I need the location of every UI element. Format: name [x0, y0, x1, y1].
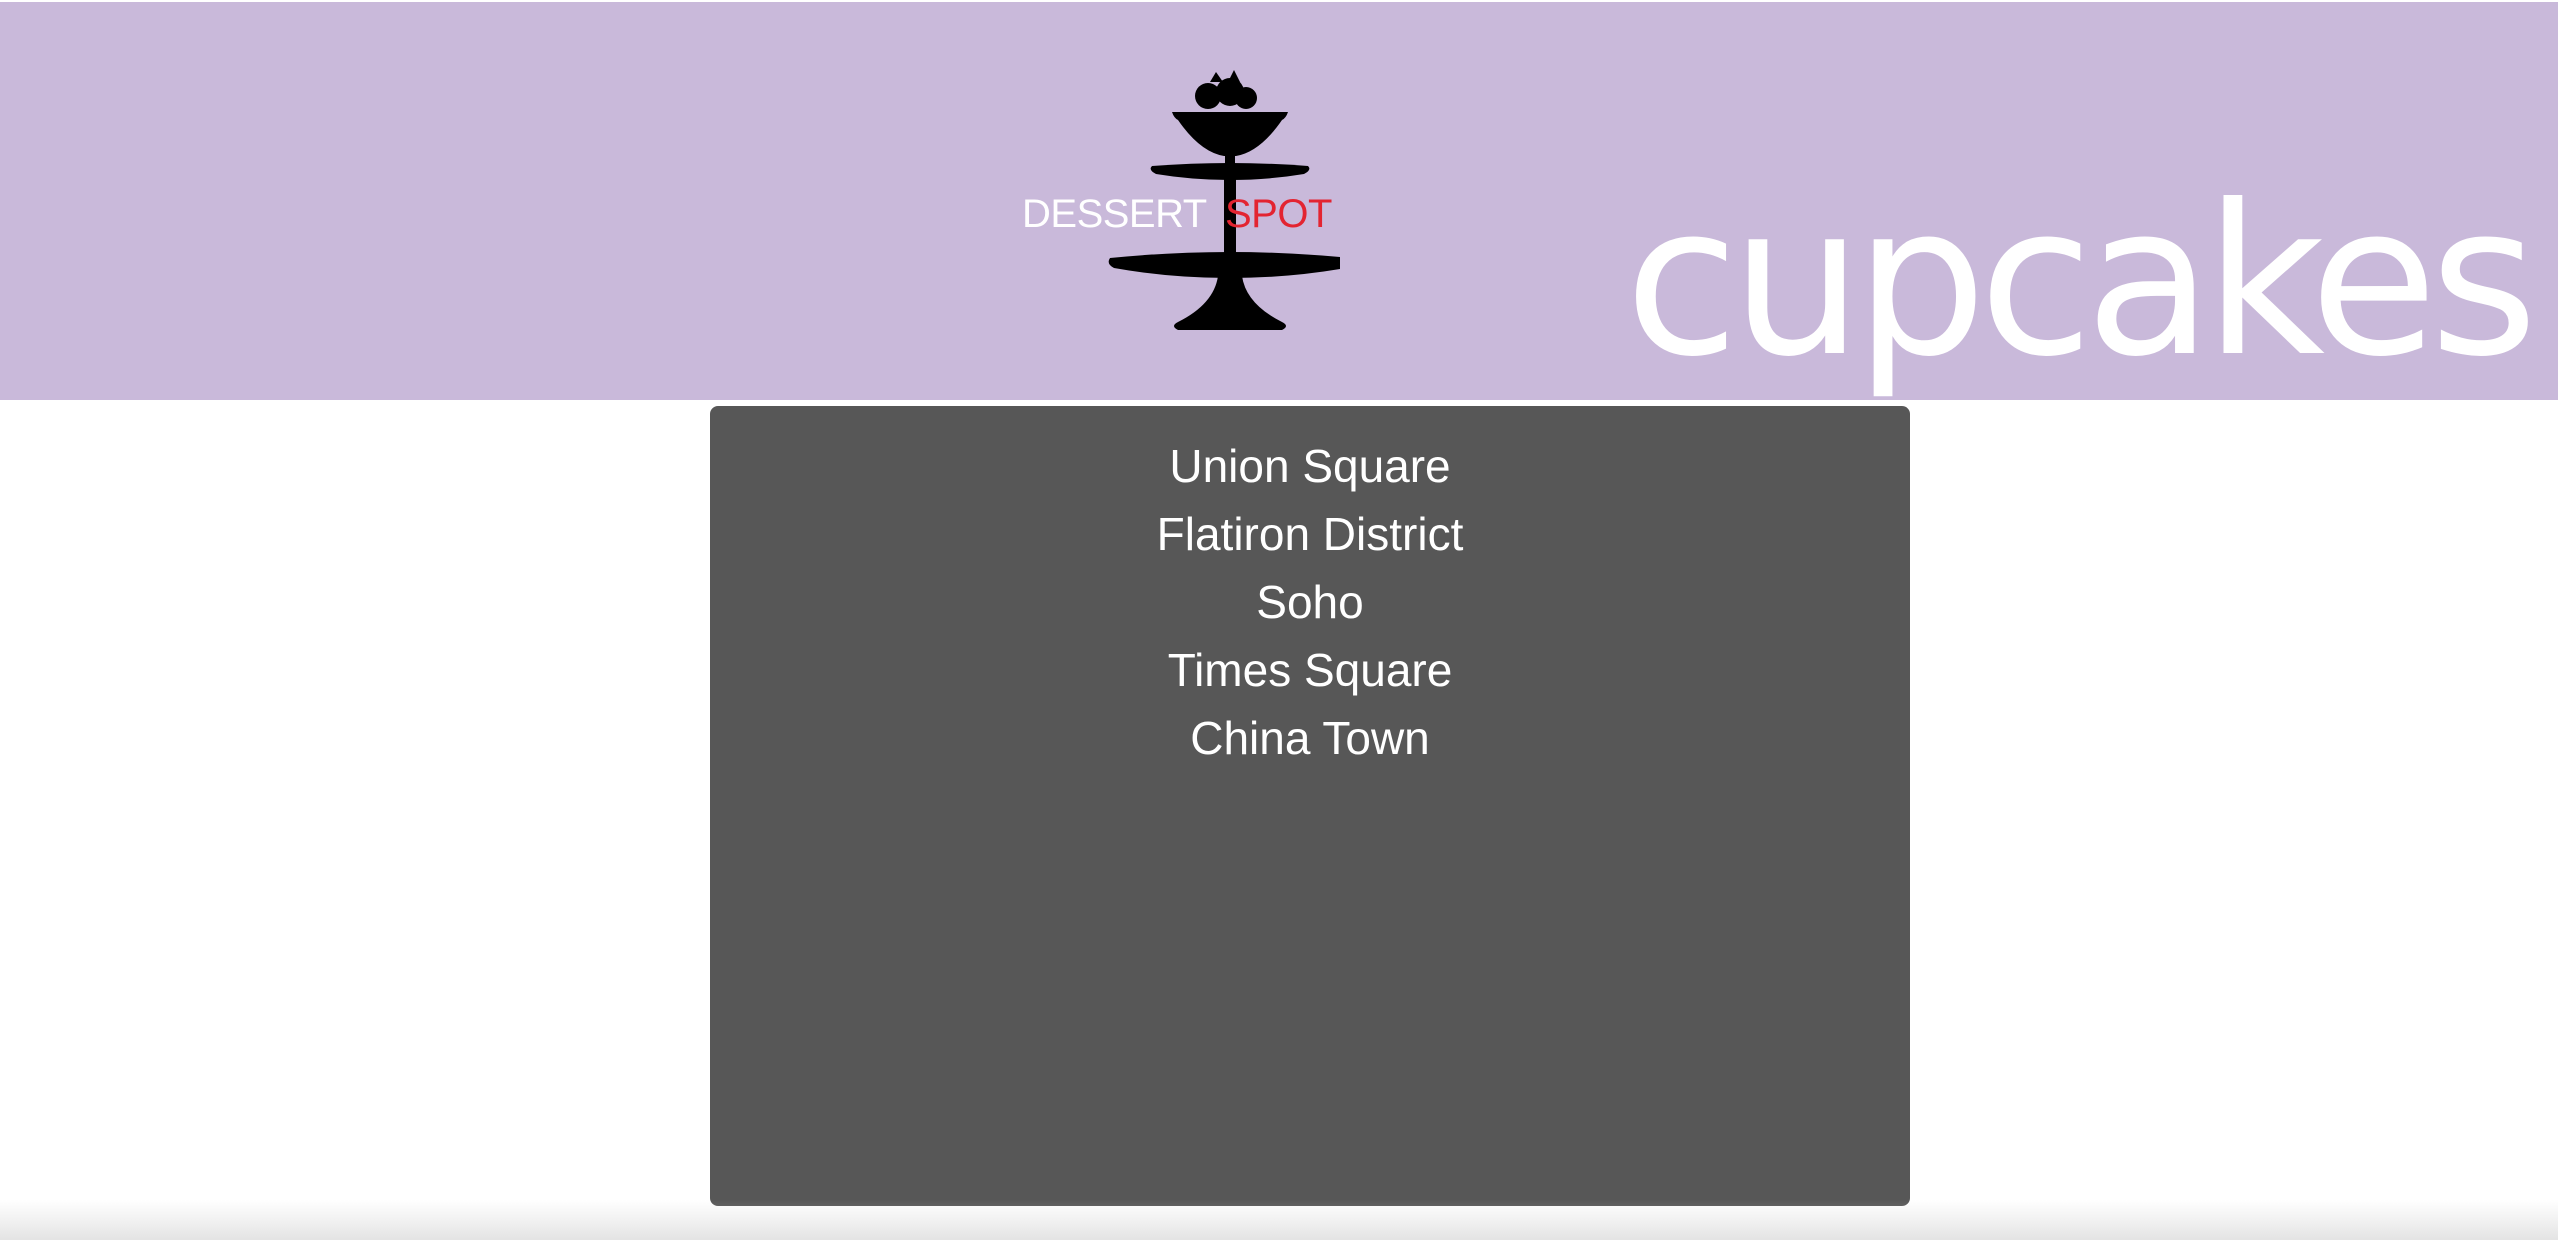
list-item: Flatiron District [710, 500, 1910, 568]
location-link-china-town[interactable]: China Town [1190, 712, 1430, 764]
site-header: DESSERT SPOT cupcakes [0, 0, 2558, 400]
location-link-flatiron-district[interactable]: Flatiron District [1157, 508, 1464, 560]
logo-word-spot: SPOT [1225, 192, 1332, 236]
locations-list: Union Square Flatiron District Soho Time… [710, 432, 1910, 772]
list-item: Soho [710, 568, 1910, 636]
list-item: China Town [710, 704, 1910, 772]
bottom-shadow [0, 1200, 2558, 1240]
list-item: Union Square [710, 432, 1910, 500]
location-link-union-square[interactable]: Union Square [1169, 440, 1450, 492]
page: DESSERT SPOT cupcakes Union Square Flati… [0, 0, 2558, 1240]
location-link-soho[interactable]: Soho [1256, 576, 1363, 628]
list-item: Times Square [710, 636, 1910, 704]
page-headline: cupcakes [1624, 161, 2538, 403]
location-link-times-square[interactable]: Times Square [1168, 644, 1453, 696]
logo-word-dessert: DESSERT [1022, 192, 1207, 236]
dessert-spot-logo[interactable]: DESSERT SPOT [1020, 68, 1340, 338]
locations-panel: Union Square Flatiron District Soho Time… [710, 406, 1910, 1206]
